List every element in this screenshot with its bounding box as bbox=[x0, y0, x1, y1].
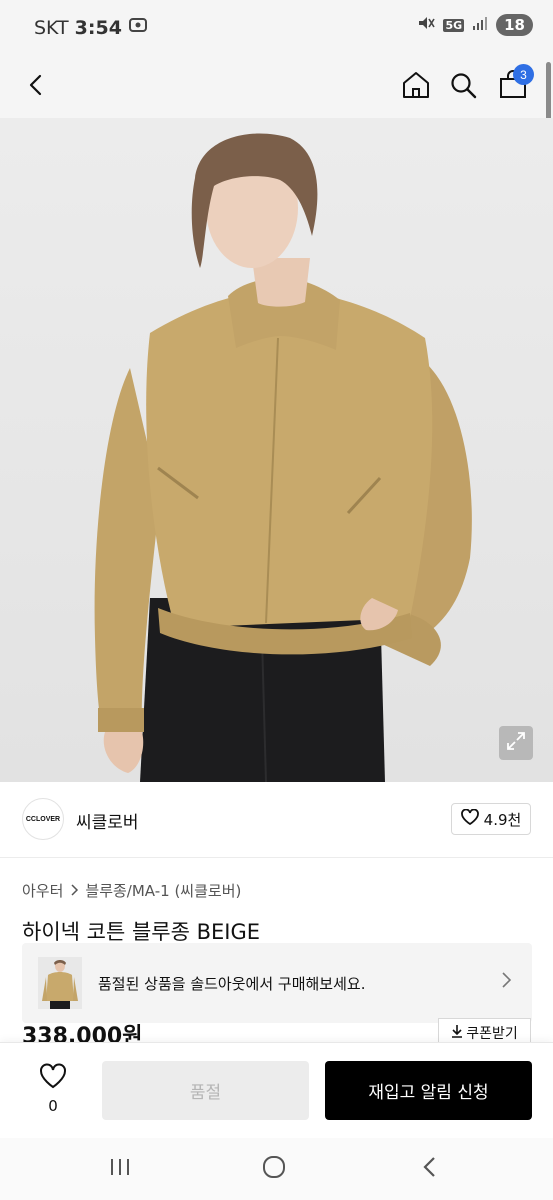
bottom-action-bar: 0 품절 재입고 알림 신청 bbox=[0, 1042, 553, 1138]
network-label: 5G bbox=[443, 18, 465, 32]
banner-thumbnail bbox=[38, 957, 82, 1009]
status-right: 5G 18 bbox=[417, 14, 533, 36]
product-photo bbox=[94, 133, 472, 782]
signal-icon bbox=[472, 15, 488, 35]
screenshot-icon bbox=[128, 16, 148, 39]
carrier-label: SKT bbox=[34, 16, 69, 39]
status-bar: SKT 3:54 5G 18 bbox=[0, 0, 553, 56]
chevron-left-icon bbox=[422, 1156, 438, 1182]
system-navigation-bar bbox=[0, 1138, 553, 1200]
search-icon bbox=[449, 71, 477, 103]
heart-icon bbox=[460, 808, 479, 829]
search-button[interactable] bbox=[440, 64, 486, 110]
back-nav-button[interactable] bbox=[410, 1152, 450, 1186]
coupon-label: 쿠폰받기 bbox=[466, 1025, 518, 1042]
cart-count-badge: 3 bbox=[513, 64, 534, 85]
expand-image-button[interactable] bbox=[499, 726, 533, 760]
recent-apps-button[interactable] bbox=[100, 1152, 140, 1186]
battery-indicator: 18 bbox=[496, 14, 533, 36]
soldout-banner[interactable]: 품절된 상품을 솔드아웃에서 구매해보세요. bbox=[22, 943, 532, 1023]
breadcrumb-category[interactable]: 아우터 bbox=[22, 880, 63, 901]
wish-count: 0 bbox=[48, 1097, 58, 1115]
restock-alert-button[interactable]: 재입고 알림 신청 bbox=[325, 1061, 532, 1120]
product-title: 하이넥 코튼 블루종 BEIGE bbox=[22, 920, 260, 944]
home-circle-icon bbox=[262, 1155, 286, 1183]
expand-icon bbox=[506, 731, 526, 755]
brand-like-button[interactable]: 4.9천 bbox=[451, 803, 531, 835]
back-button[interactable] bbox=[14, 64, 60, 110]
download-icon bbox=[451, 1024, 463, 1042]
brand-like-count: 4.9천 bbox=[483, 810, 522, 829]
home-icon bbox=[401, 70, 431, 104]
soldout-button: 품절 bbox=[102, 1061, 309, 1120]
home-nav-button[interactable] bbox=[254, 1152, 294, 1186]
home-button[interactable] bbox=[393, 64, 439, 110]
cart-button[interactable]: 3 bbox=[490, 64, 536, 110]
wish-button[interactable]: 0 bbox=[30, 1063, 76, 1119]
clock: 3:54 bbox=[74, 16, 122, 39]
chevron-right-icon bbox=[69, 882, 79, 900]
chevron-right-icon bbox=[500, 971, 512, 993]
product-image[interactable] bbox=[0, 118, 553, 782]
breadcrumb: 아우터 블루종/MA-1 (씨클로버) bbox=[22, 880, 241, 901]
app-header: 3 bbox=[0, 56, 553, 118]
chevron-left-icon bbox=[25, 73, 49, 101]
soldout-banner-text: 품절된 상품을 솔드아웃에서 구매해보세요. bbox=[98, 975, 366, 993]
breadcrumb-subcategory[interactable]: 블루종/MA-1 (씨클로버) bbox=[85, 880, 241, 901]
status-left: SKT 3:54 bbox=[34, 16, 148, 39]
brand-row: CCLOVER 씨클로버 4.9천 bbox=[0, 782, 553, 858]
brand-logo[interactable]: CCLOVER bbox=[22, 798, 64, 840]
recent-apps-icon bbox=[108, 1157, 132, 1181]
mute-icon bbox=[417, 14, 436, 36]
brand-name[interactable]: 씨클로버 bbox=[76, 808, 139, 833]
heart-icon bbox=[39, 1063, 67, 1093]
